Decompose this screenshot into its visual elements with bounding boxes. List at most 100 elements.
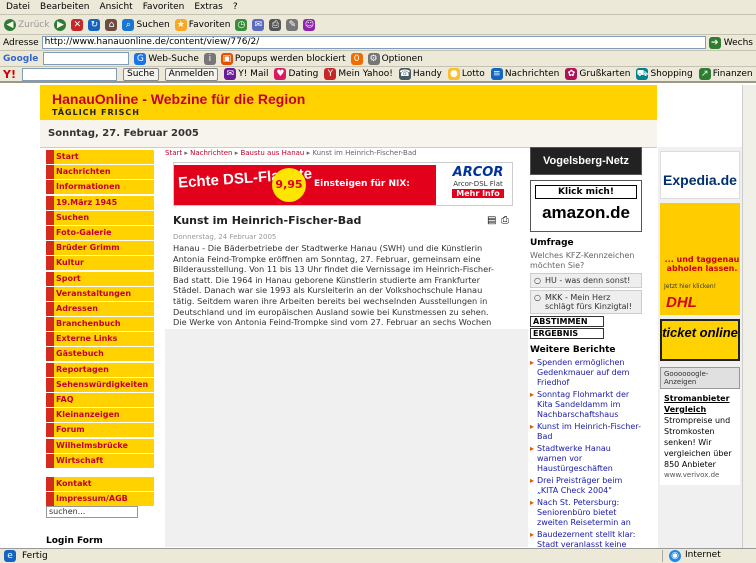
article-body: Hanau - Die Bäderbetriebe der Stadtwerke… bbox=[173, 243, 494, 338]
poll-option-mkk[interactable]: MKK - Mein Herz schlägt fürs Kinzigtal! bbox=[530, 290, 642, 314]
google-toolbar: Google G Web-Suche i ▣ Popups werden block… bbox=[0, 51, 756, 67]
report-link[interactable]: Nach St. Petersburg: Seniorenbüro bietet… bbox=[530, 498, 642, 528]
nav-item[interactable]: Wirtschaft bbox=[46, 453, 154, 468]
nav-item[interactable]: Forum bbox=[46, 423, 154, 438]
address-input[interactable]: http://www.hanauonline.de/content/view/7… bbox=[41, 36, 706, 49]
yahoo-lotto-link[interactable]: ● Lotto bbox=[447, 68, 485, 80]
nav-item[interactable]: FAQ bbox=[46, 393, 154, 407]
dhl-ad[interactable]: ... und taggenau abholen lassen. Jetzt h… bbox=[660, 203, 740, 315]
go-icon[interactable]: ➔ bbox=[708, 36, 721, 49]
print-icon[interactable]: ⎙ bbox=[501, 215, 509, 226]
nav-item[interactable]: Brüder Grimm bbox=[46, 241, 154, 256]
nav-item[interactable]: Reportagen bbox=[46, 362, 154, 377]
refresh-icon[interactable]: ↻ bbox=[88, 18, 101, 31]
vogelsberg-netz-ad[interactable]: Vogelsberg-Netz bbox=[530, 147, 642, 175]
web-page: HanauOnline - Webzine für die Region TÄG… bbox=[0, 85, 742, 548]
report-link[interactable]: Sonntag Flohmarkt der Kita Sandeldamm im… bbox=[530, 390, 642, 420]
nav-item[interactable]: 19.März 1945 bbox=[46, 195, 154, 210]
menu-help[interactable]: ? bbox=[233, 2, 238, 12]
amazon-ad[interactable]: Klick mich! amazon.de bbox=[530, 180, 642, 232]
page-info-icon[interactable]: i bbox=[203, 52, 216, 65]
yahoo-myyahoo-link[interactable]: Y Mein Yahoo! bbox=[324, 68, 393, 80]
arcor-dsl-banner-ad[interactable]: Echte DSL-Flatrate 9,95 Einsteigen für N… bbox=[173, 162, 513, 206]
nav-item[interactable]: Kultur bbox=[46, 256, 154, 271]
forward-button[interactable]: ▶ bbox=[54, 18, 67, 31]
report-link[interactable]: Kunst im Heinrich-Fischer-Bad bbox=[530, 422, 642, 442]
search-button[interactable]: ⌕ Suchen bbox=[122, 18, 170, 31]
menu-datei[interactable]: Datei bbox=[6, 2, 30, 12]
popup-blocker[interactable]: ▣ Popups werden blockiert bbox=[220, 52, 346, 65]
expedia-ad[interactable]: Expedia.de bbox=[660, 151, 740, 199]
yahoo-search-button[interactable]: Suche bbox=[122, 67, 159, 81]
poll-option-hu[interactable]: HU - was denn sonst! bbox=[530, 273, 642, 288]
nav-item[interactable]: Suchen bbox=[46, 210, 154, 225]
yahoo-dating-link[interactable]: ♥ Dating bbox=[274, 68, 318, 80]
results-button[interactable]: ERGEBNIS bbox=[530, 328, 604, 339]
site-title[interactable]: HanauOnline - Webzine für die Region bbox=[52, 91, 305, 107]
yahoo-mail-link[interactable]: ✉ Y! Mail bbox=[224, 68, 268, 80]
stop-icon[interactable]: ✕ bbox=[71, 18, 84, 31]
mail-icon[interactable]: ✉ bbox=[252, 18, 265, 31]
menu-favoriten[interactable]: Favoriten bbox=[143, 2, 185, 12]
report-link[interactable]: Spenden ermöglichen Gedenkmauer auf dem … bbox=[530, 358, 642, 388]
google-search-input[interactable] bbox=[43, 52, 130, 65]
breadcrumb-home[interactable]: Start bbox=[165, 149, 182, 157]
site-search-input[interactable]: suchen... bbox=[46, 506, 138, 518]
history-icon[interactable]: ◷ bbox=[235, 18, 248, 31]
yahoo-finance-link[interactable]: ↗ Finanzen bbox=[698, 68, 753, 80]
breadcrumb-news[interactable]: Nachrichten bbox=[190, 149, 232, 157]
report-link[interactable]: Baudezernent stellt klar: Stadt veranlas… bbox=[530, 530, 642, 548]
menu-ansicht[interactable]: Ansicht bbox=[99, 2, 132, 12]
pdf-icon[interactable]: ▤ bbox=[487, 215, 496, 226]
vertical-scrollbar[interactable] bbox=[742, 85, 756, 548]
nav-item[interactable]: Sport bbox=[46, 271, 154, 286]
messenger-icon[interactable]: ☺ bbox=[303, 18, 316, 31]
nav-item[interactable]: Gästebuch bbox=[46, 347, 154, 362]
yahoo-shopping-link[interactable]: ⛟ Shopping bbox=[636, 68, 693, 80]
menu-extras[interactable]: Extras bbox=[194, 2, 222, 12]
nav-item[interactable]: Start bbox=[46, 150, 154, 164]
card-icon: ✿ bbox=[565, 68, 578, 80]
vote-button[interactable]: ABSTIMMEN bbox=[530, 316, 604, 327]
nav-item[interactable]: Adressen bbox=[46, 301, 154, 316]
favorites-button[interactable]: ★ Favoriten bbox=[174, 18, 230, 31]
back-arrow-icon: ◀ bbox=[4, 18, 16, 31]
nav-item[interactable]: Externe Links bbox=[46, 332, 154, 347]
back-button[interactable]: ◀ Zurück bbox=[4, 18, 49, 31]
nav-item-secondary[interactable]: Kontakt bbox=[46, 476, 154, 491]
nav-item[interactable]: Nachrichten bbox=[46, 165, 154, 180]
nav-item[interactable]: Veranstaltungen bbox=[46, 286, 154, 301]
yahoo-cards-link[interactable]: ✿ Grußkarten bbox=[565, 68, 630, 80]
home-icon[interactable]: ⌂ bbox=[105, 18, 118, 31]
ad-url[interactable]: www.verivox.de bbox=[664, 470, 736, 481]
yahoo-search-input[interactable] bbox=[21, 67, 117, 81]
nav-item[interactable]: Informationen bbox=[46, 180, 154, 195]
breadcrumb-category[interactable]: Baustu aus Hanau bbox=[240, 149, 304, 157]
nav-item[interactable]: Wilhelmsbrücke bbox=[46, 438, 154, 453]
ticket-online-ad[interactable]: ticket online bbox=[660, 319, 740, 361]
yahoo-login-button[interactable]: Anmelden bbox=[164, 67, 219, 81]
report-link[interactable]: Stadtwerke Hanau warnen vor Haustürgesch… bbox=[530, 444, 642, 474]
yahoo-toolbar: Y! Suche Anmelden ✉ Y! Mail ♥ Dating Y Mein… bbox=[0, 67, 756, 83]
nav-item[interactable]: Kleinanzeigen bbox=[46, 408, 154, 423]
report-link[interactable]: Drei Preisträger beim „KITA Check 2004" bbox=[530, 476, 642, 496]
nav-item-secondary[interactable]: Impressum/AGB bbox=[46, 492, 154, 507]
security-zone: ◉ Internet bbox=[662, 550, 752, 562]
chart-icon: ↗ bbox=[698, 68, 711, 80]
web-search-button[interactable]: G Web-Suche bbox=[134, 52, 199, 65]
arcor-more-info[interactable]: Mehr Info bbox=[452, 189, 504, 198]
google-text-ad[interactable]: Stromanbieter Vergleich Strompreise und … bbox=[660, 389, 740, 485]
print-icon[interactable]: ⎙ bbox=[269, 18, 282, 31]
menu-bearbeiten[interactable]: Bearbeiten bbox=[40, 2, 89, 12]
yahoo-news-link[interactable]: ≡ Nachrichten bbox=[490, 68, 559, 80]
edit-icon[interactable]: ✎ bbox=[286, 18, 299, 31]
options-button[interactable]: ⚙ Optionen bbox=[367, 52, 423, 65]
nav-item[interactable]: Foto-Galerie bbox=[46, 225, 154, 240]
go-label[interactable]: Wechs bbox=[724, 38, 753, 48]
nav-item[interactable]: Sehenswürdigkeiten bbox=[46, 377, 154, 392]
ad-title[interactable]: Stromanbieter Vergleich bbox=[664, 393, 736, 415]
blocked-count-icon[interactable]: 0 bbox=[350, 52, 363, 65]
yahoo-handy-link[interactable]: ☎ Handy bbox=[398, 68, 442, 80]
nav-item[interactable]: Branchenbuch bbox=[46, 317, 154, 332]
